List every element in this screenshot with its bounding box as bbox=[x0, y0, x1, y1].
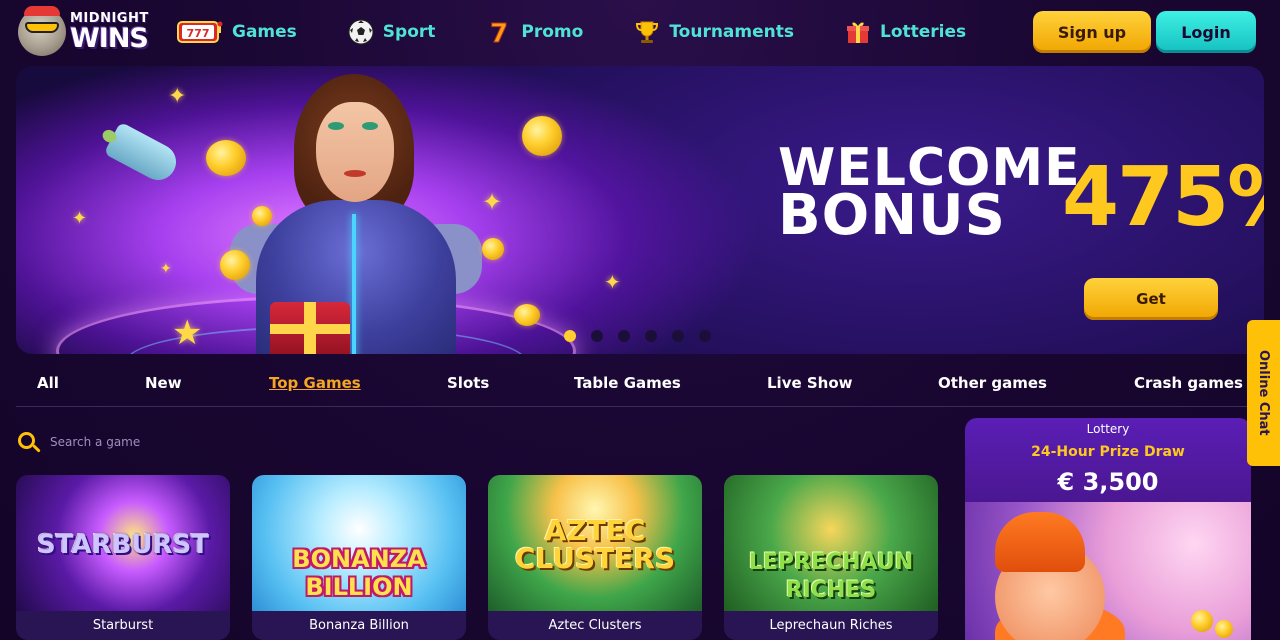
hero-headline: WELCOME BONUS 475% bbox=[778, 142, 1264, 252]
hero-bonus-text: BONUS bbox=[778, 183, 1006, 248]
sparkle-star-icon: ★ bbox=[172, 313, 203, 353]
game-title: Leprechaun Riches bbox=[724, 611, 938, 640]
game-card-bonanza-billion[interactable]: BONANZA BILLION Bonanza Billion bbox=[252, 475, 466, 640]
tab-all[interactable]: All bbox=[37, 374, 59, 392]
search-icon[interactable] bbox=[16, 430, 41, 454]
game-logo-text: LEPRECHAUN RICHES bbox=[748, 550, 914, 603]
gift-box-icon bbox=[844, 18, 872, 46]
game-thumbnail: LEPRECHAUN RICHES bbox=[724, 475, 938, 611]
carousel-dot[interactable] bbox=[591, 330, 603, 342]
lottery-label: Lottery bbox=[1086, 422, 1130, 436]
coin-illustration bbox=[220, 250, 250, 280]
sparkle-star-icon: ✦ bbox=[72, 208, 88, 229]
nav-label-promo: Promo bbox=[521, 22, 584, 42]
game-title: Aztec Clusters bbox=[488, 611, 702, 640]
carousel-dot[interactable] bbox=[645, 330, 657, 342]
trophy-icon bbox=[633, 18, 661, 46]
nav-item-games[interactable]: 777 Games bbox=[176, 14, 297, 50]
tab-live-show[interactable]: Live Show bbox=[767, 374, 853, 392]
tab-table-games[interactable]: Table Games bbox=[574, 374, 681, 392]
lottery-panel[interactable]: Lottery 24-Hour Prize Draw € 3,500 bbox=[965, 418, 1251, 640]
nav-item-sport[interactable]: Sport bbox=[347, 14, 436, 50]
soccer-ball-icon bbox=[347, 18, 375, 46]
category-tabs: All New Top Games Slots Table Games Live… bbox=[0, 366, 1280, 404]
nav-label-sport: Sport bbox=[382, 22, 436, 42]
nav-item-promo[interactable]: 7 Promo bbox=[485, 14, 583, 50]
carousel-dot[interactable] bbox=[672, 330, 684, 342]
carousel-dot[interactable] bbox=[564, 330, 576, 342]
coin-illustration bbox=[252, 206, 272, 226]
game-search bbox=[16, 428, 316, 456]
brand-logo[interactable]: MIDNIGHT WINS bbox=[18, 6, 170, 58]
search-input[interactable] bbox=[50, 435, 290, 449]
sign-up-button[interactable]: Sign up bbox=[1033, 11, 1151, 53]
game-title: Starburst bbox=[16, 611, 230, 640]
carousel-dot[interactable] bbox=[618, 330, 630, 342]
lottery-artwork bbox=[965, 502, 1251, 640]
main-nav: 777 Games Sport 7 Promo Tournaments Lott… bbox=[176, 14, 1016, 50]
sparkle-star-icon: ✦ bbox=[160, 261, 172, 277]
tab-top-games[interactable]: Top Games bbox=[269, 374, 361, 392]
coin-illustration bbox=[514, 304, 540, 326]
tab-crash-games[interactable]: Crash games bbox=[1134, 374, 1243, 392]
sparkle-star-icon: ✦ bbox=[168, 84, 187, 109]
nav-label-games: Games bbox=[232, 22, 297, 42]
lottery-prize-amount: € 3,500 bbox=[1057, 468, 1159, 496]
game-thumbnail: BONANZA BILLION bbox=[252, 475, 466, 611]
seven-icon: 7 bbox=[485, 18, 513, 46]
coin-illustration bbox=[482, 238, 504, 260]
login-button[interactable]: Login bbox=[1156, 11, 1256, 53]
lottery-title: 24-Hour Prize Draw bbox=[1031, 444, 1185, 460]
ray-gun-illustration bbox=[103, 121, 183, 187]
sparkle-star-icon: ✦ bbox=[604, 270, 621, 294]
game-thumbnail: STARBURST bbox=[16, 475, 230, 611]
mascot-icon bbox=[18, 6, 66, 56]
tab-new[interactable]: New bbox=[145, 374, 182, 392]
coin-illustration bbox=[522, 116, 562, 156]
game-card-aztec-clusters[interactable]: AZTEC CLUSTERS Aztec Clusters bbox=[488, 475, 702, 640]
coin-illustration bbox=[206, 140, 246, 176]
game-card-starburst[interactable]: STARBURST Starburst bbox=[16, 475, 230, 640]
nav-label-lotteries: Lotteries bbox=[880, 22, 967, 42]
brand-line2: WINS bbox=[70, 23, 149, 54]
game-title: Bonanza Billion bbox=[252, 611, 466, 640]
game-logo-text: BONANZA BILLION bbox=[292, 545, 426, 601]
game-thumbnail: AZTEC CLUSTERS bbox=[488, 475, 702, 611]
hero-banner[interactable]: ✦ ✦ ✦ ✦ ✦ ★ WELCOME BONUS 475% Get bbox=[16, 66, 1264, 354]
tab-other-games[interactable]: Other games bbox=[938, 374, 1047, 392]
game-logo-text: STARBURST bbox=[37, 530, 209, 560]
tab-slots[interactable]: Slots bbox=[447, 374, 489, 392]
nav-item-lotteries[interactable]: Lotteries bbox=[844, 14, 966, 50]
carousel-dots bbox=[564, 330, 726, 342]
online-chat-label: Online Chat bbox=[1256, 350, 1271, 436]
slot-777-icon: 777 bbox=[176, 18, 224, 46]
seven-glyph: 7 bbox=[490, 19, 508, 45]
hero-bonus-percent: 475% bbox=[1062, 150, 1264, 245]
nav-item-tournaments[interactable]: Tournaments bbox=[633, 14, 794, 50]
game-logo-text: AZTEC CLUSTERS bbox=[514, 514, 676, 575]
brand-wordmark: MIDNIGHT WINS bbox=[70, 12, 149, 52]
online-chat-button[interactable]: Online Chat bbox=[1247, 320, 1280, 466]
nav-label-tournaments: Tournaments bbox=[669, 22, 794, 42]
header: MIDNIGHT WINS 777 Games Sport 7 Promo To… bbox=[0, 0, 1280, 64]
tabs-divider bbox=[16, 406, 1248, 407]
carousel-dot[interactable] bbox=[699, 330, 711, 342]
game-card-leprechaun-riches[interactable]: LEPRECHAUN RICHES Leprechaun Riches bbox=[724, 475, 938, 640]
get-bonus-button[interactable]: Get bbox=[1084, 278, 1218, 320]
gift-illustration bbox=[270, 302, 350, 354]
slot-777-text: 777 bbox=[187, 27, 210, 40]
sparkle-star-icon: ✦ bbox=[482, 188, 503, 216]
